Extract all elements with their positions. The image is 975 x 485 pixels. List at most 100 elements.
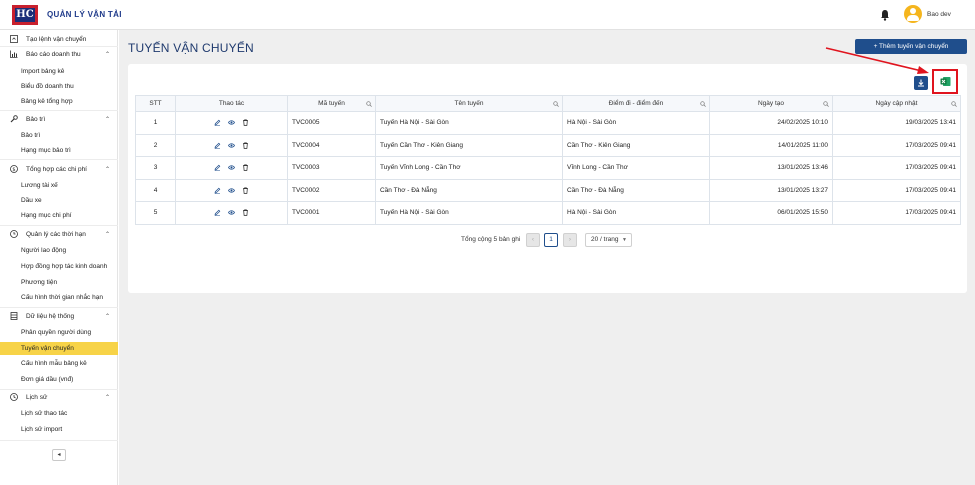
sidebar-item-label: Lương tài xế bbox=[21, 182, 58, 189]
sidebar-item-fuel-price[interactable]: Đơn giá dầu (vnđ) bbox=[0, 373, 118, 386]
sidebar-item-permissions[interactable]: Phân quyền người dùng bbox=[0, 326, 118, 339]
col-header-actions: Thao tác bbox=[175, 95, 288, 112]
sidebar-group-history[interactable]: Lịch sử ⌃ bbox=[0, 390, 118, 404]
col-header-updated[interactable]: Ngày cập nhật bbox=[832, 95, 961, 112]
sidebar-group-deadlines[interactable]: Quản lý các thời hạn ⌃ bbox=[0, 227, 118, 241]
sidebar-item-label: Cấu hình thời gian nhắc hạn bbox=[21, 294, 103, 301]
sidebar-item-routes[interactable]: Tuyến vận chuyển bbox=[0, 342, 118, 355]
delete-icon[interactable] bbox=[242, 187, 249, 194]
col-header-name[interactable]: Tên tuyến bbox=[375, 95, 563, 112]
cell-code: TVC0004 bbox=[287, 133, 376, 157]
delete-icon[interactable] bbox=[242, 164, 249, 171]
search-icon[interactable] bbox=[366, 101, 372, 107]
search-icon[interactable] bbox=[823, 101, 829, 107]
sidebar-item-cost-category[interactable]: Hạng mục chi phí bbox=[0, 209, 118, 222]
cell-stt: 5 bbox=[135, 201, 176, 225]
sidebar-item-template-config[interactable]: Cấu hình mẫu bảng kê bbox=[0, 357, 118, 370]
table-header-row: STT Thao tác Mã tuyến Tên tuyến Điểm đi … bbox=[135, 95, 961, 112]
sidebar-group-system-data[interactable]: Dữ liệu hệ thống ⌃ bbox=[0, 309, 118, 323]
cell-created: 24/02/2025 10:10 bbox=[709, 111, 833, 135]
sidebar-item-create-order[interactable]: Tạo lệnh vận chuyển bbox=[0, 32, 118, 46]
sidebar-item-workers[interactable]: Người lao động bbox=[0, 244, 118, 257]
col-header-created[interactable]: Ngày tạo bbox=[709, 95, 833, 112]
sidebar-group-revenue[interactable]: Báo cáo doanh thu ⌃ bbox=[0, 47, 118, 61]
bell-icon[interactable] bbox=[880, 9, 890, 21]
table-row[interactable]: 5 TVC0001 Tuyến Hà Nội - Sài Gòn Hà Nội - S… bbox=[135, 201, 961, 225]
chevron-up-icon: ⌃ bbox=[105, 395, 111, 401]
edit-icon[interactable] bbox=[214, 119, 221, 127]
cell-actions bbox=[175, 178, 288, 202]
edit-icon[interactable] bbox=[214, 142, 221, 149]
sidebar-item-contracts[interactable]: Hợp đồng hợp tác kinh doanh bbox=[0, 260, 118, 273]
add-route-button[interactable]: + Thêm tuyến vận chuyển bbox=[855, 39, 967, 54]
excel-export-button[interactable] bbox=[932, 69, 958, 94]
page-button[interactable]: 1 bbox=[544, 233, 558, 247]
search-icon[interactable] bbox=[700, 101, 706, 107]
cell-created: 06/01/2025 15:50 bbox=[709, 201, 833, 225]
cell-created: 13/01/2025 13:46 bbox=[709, 156, 833, 180]
sidebar-item-driver-salary[interactable]: Lương tài xế bbox=[0, 179, 118, 192]
clock-icon bbox=[10, 230, 18, 238]
table-row[interactable]: 4 TVC0002 Cần Thơ - Đà Nẵng Cần Thơ - Đà Nẵ… bbox=[135, 178, 961, 202]
delete-icon[interactable] bbox=[242, 142, 249, 149]
sidebar-item-vehicles[interactable]: Phương tiện bbox=[0, 276, 118, 289]
delete-icon[interactable] bbox=[242, 209, 249, 216]
sidebar-group-label: Dữ liệu hệ thống bbox=[26, 313, 75, 320]
view-icon[interactable] bbox=[228, 142, 235, 149]
sidebar-item-action-history[interactable]: Lịch sử thao tác bbox=[0, 407, 118, 420]
col-header-stt: STT bbox=[135, 95, 176, 112]
sidebar-item-summary[interactable]: Bảng kê tổng hợp bbox=[0, 95, 118, 108]
sidebar-item-import[interactable]: Import bảng kê bbox=[0, 65, 118, 78]
prev-page-button[interactable]: ‹ bbox=[526, 233, 540, 247]
col-header-label: Tên tuyến bbox=[454, 100, 484, 107]
cell-route: Hà Nội - Sài Gòn bbox=[562, 201, 710, 225]
cell-route: Vĩnh Long - Cần Thơ bbox=[562, 156, 710, 180]
edit-icon[interactable] bbox=[214, 164, 221, 172]
table-row[interactable]: 3 TVC0003 Tuyến Vĩnh Long - Cần Thơ Vĩnh Lo… bbox=[135, 156, 961, 180]
company-logo[interactable]: HC bbox=[12, 5, 38, 25]
sidebar-group-label: Tổng hợp các chi phí bbox=[26, 166, 87, 173]
sidebar-item-revenue-chart[interactable]: Biểu đồ doanh thu bbox=[0, 80, 118, 93]
sidebar-item-label: Tạo lệnh vận chuyển bbox=[26, 36, 87, 43]
col-header-label: Ngày cập nhật bbox=[875, 100, 918, 107]
page-size-select[interactable]: 20 / trang ▼ bbox=[585, 233, 632, 247]
sidebar-group-costs[interactable]: $ Tổng hợp các chi phí ⌃ bbox=[0, 162, 118, 176]
svg-text:$: $ bbox=[12, 167, 15, 173]
sidebar-item-import-history[interactable]: Lịch sử import bbox=[0, 423, 118, 436]
cell-route: Hà Nội - Sài Gòn bbox=[562, 111, 710, 135]
user-avatar-icon[interactable] bbox=[904, 5, 922, 23]
download-button[interactable] bbox=[914, 76, 928, 90]
plus-square-icon bbox=[10, 35, 18, 43]
cell-stt: 1 bbox=[135, 111, 176, 135]
user-name[interactable]: Bao dev bbox=[927, 11, 951, 18]
cell-updated: 17/03/2025 09:41 bbox=[832, 201, 961, 225]
col-header-label: Mã tuyến bbox=[318, 100, 345, 107]
search-icon[interactable] bbox=[951, 101, 957, 107]
chevron-up-icon: ⌃ bbox=[105, 167, 111, 173]
sidebar-item-reminder-config[interactable]: Cấu hình thời gian nhắc hạn bbox=[0, 291, 118, 304]
search-icon[interactable] bbox=[553, 101, 559, 107]
sidebar: Tạo lệnh vận chuyển Báo cáo doanh thu ⌃ … bbox=[0, 30, 118, 485]
sidebar-group-maintenance[interactable]: Bảo trì ⌃ bbox=[0, 112, 118, 126]
sidebar-item-fuel[interactable]: Dầu xe bbox=[0, 194, 118, 207]
next-page-button[interactable]: › bbox=[563, 233, 577, 247]
edit-icon[interactable] bbox=[214, 187, 221, 194]
view-icon[interactable] bbox=[228, 209, 235, 216]
sidebar-group-label: Quản lý các thời hạn bbox=[26, 231, 86, 238]
table-row[interactable]: 1 TVC0005 Tuyến Hà Nội - Sài Gòn Hà Nội - S… bbox=[135, 111, 961, 135]
view-icon[interactable] bbox=[228, 164, 235, 171]
edit-icon[interactable] bbox=[214, 209, 221, 217]
col-header-route[interactable]: Điểm đi - điểm đến bbox=[562, 95, 710, 112]
table-row[interactable]: 2 TVC0004 Tuyến Cần Thơ - Kiên Giang Cần Th… bbox=[135, 133, 961, 157]
col-header-code[interactable]: Mã tuyến bbox=[287, 95, 376, 112]
view-icon[interactable] bbox=[228, 119, 235, 126]
download-icon bbox=[918, 79, 924, 87]
chevron-up-icon: ⌃ bbox=[105, 52, 111, 58]
cell-updated: 19/03/2025 13:41 bbox=[832, 111, 961, 135]
sidebar-collapse-button[interactable]: ◂ bbox=[52, 449, 66, 461]
sidebar-item-maintenance-category[interactable]: Hạng mục bảo trì bbox=[0, 144, 118, 157]
view-icon[interactable] bbox=[228, 187, 235, 194]
delete-icon[interactable] bbox=[242, 119, 249, 126]
top-header: HC QUẢN LÝ VẬN TẢI Bao dev bbox=[0, 0, 975, 30]
sidebar-item-maintenance[interactable]: Bảo trì bbox=[0, 129, 118, 142]
